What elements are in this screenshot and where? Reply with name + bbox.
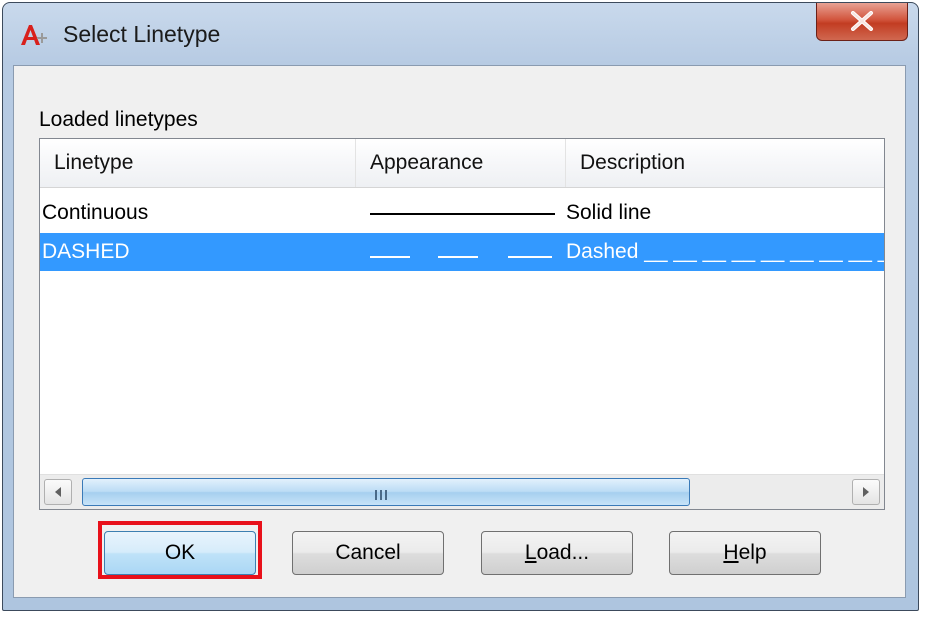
title-bar[interactable]: Select Linetype [3,3,918,65]
scroll-right-icon [863,487,869,497]
solid-line-sample [370,194,560,232]
list-row-continuous[interactable]: Continuous Solid line [40,194,884,232]
scroll-left-button[interactable] [44,479,72,505]
help-label: elp [738,541,767,564]
scroll-right-button[interactable] [852,479,880,505]
loaded-linetypes-label: Loaded linetypes [39,108,198,131]
close-icon [851,11,873,31]
scroll-grip [374,487,388,505]
scroll-thumb[interactable] [82,478,690,506]
load-button[interactable]: Load... [481,531,633,575]
linetype-name: Continuous [42,201,149,224]
ok-button[interactable]: OK [104,531,256,575]
window-title: Select Linetype [63,21,221,47]
linetype-description: Solid line [566,201,652,224]
scroll-left-icon [55,487,61,497]
load-label: oad... [536,541,590,564]
list-header: Linetype Appearance Description [40,139,884,188]
cancel-button[interactable]: Cancel [292,531,444,575]
linetype-description: Dashed __ __ __ __ __ __ __ __ _ [566,240,884,263]
dashed-line-sample [370,233,560,271]
column-header-description[interactable]: Description [566,139,884,187]
close-button[interactable] [816,3,908,41]
dialog-body: Loaded linetypes Linetype Appearance Des… [13,65,906,598]
load-accelerator: L [524,541,537,564]
help-accelerator: H [723,541,739,564]
help-button[interactable]: Help [669,531,821,575]
list-row-dashed[interactable]: DASHED Dashed __ __ __ __ __ __ __ __ _ [40,233,884,271]
select-linetype-dialog: Select Linetype Loaded linetypes Linetyp… [2,2,919,611]
autocad-logo-icon [19,23,49,47]
column-header-linetype[interactable]: Linetype [40,139,356,187]
linetype-name: DASHED [42,240,130,263]
linetype-list[interactable]: Linetype Appearance Description Continuo… [39,138,885,510]
column-header-appearance[interactable]: Appearance [356,139,566,187]
horizontal-scrollbar[interactable] [40,474,884,509]
